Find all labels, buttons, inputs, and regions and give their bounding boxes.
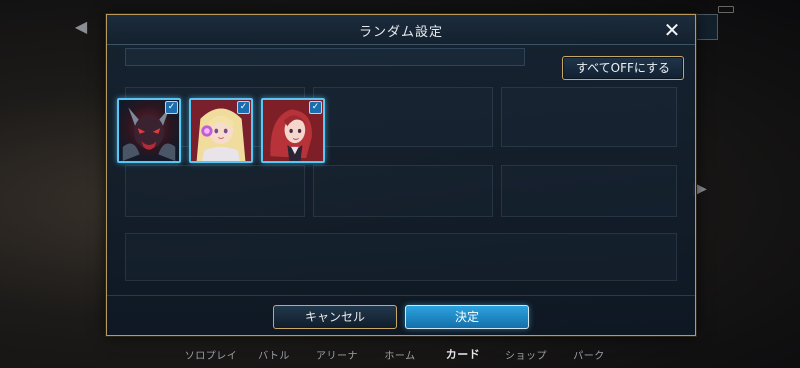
cancel-button[interactable]: キャンセル	[273, 305, 397, 329]
check-icon: ✓	[309, 101, 322, 114]
nav-item-solo: ソロプレイ	[184, 351, 238, 362]
nav-item-arena: アリーナ	[316, 351, 358, 362]
bottom-nav: ソロプレイ バトル アリーナ ホーム カード ショップ パーク	[180, 336, 620, 362]
check-icon: ✓	[237, 101, 250, 114]
background-slot	[313, 87, 493, 147]
back-button: ◀	[70, 16, 92, 38]
card-thumb-red-hair-woman[interactable]: ✓	[261, 98, 325, 163]
background-slot	[501, 87, 677, 147]
background-slot	[125, 233, 677, 281]
nav-item-home: ホーム	[384, 351, 416, 362]
dialog-header: ランダム設定 ✕	[107, 15, 695, 45]
nav-item-card: カード	[445, 348, 481, 361]
card-thumb-blonde-girl[interactable]: ✓	[189, 98, 253, 163]
dialog-title: ランダム設定	[358, 25, 443, 40]
battery-icon	[718, 6, 734, 13]
all-off-button[interactable]: すべてOFFにする	[562, 56, 684, 80]
background-slot	[125, 165, 305, 217]
nav-item-battle: バトル	[258, 351, 290, 362]
nav-item-shop: ショップ	[505, 351, 547, 362]
close-button[interactable]: ✕	[661, 19, 683, 41]
background-slot	[313, 165, 493, 217]
close-icon: ✕	[663, 18, 681, 42]
check-icon: ✓	[165, 101, 178, 114]
background-slot	[501, 165, 677, 217]
footer-divider	[107, 295, 695, 296]
confirm-button[interactable]: 決定	[405, 305, 529, 329]
nav-item-park: パーク	[573, 351, 605, 362]
card-thumb-demon[interactable]: ✓	[117, 98, 181, 163]
random-settings-dialog: ランダム設定 ✕ すべてOFFにする ✓ ✓ ✓ キャンセル 決定	[106, 14, 696, 336]
background-tabs	[125, 48, 525, 66]
chevron-left-icon: ◀	[74, 17, 88, 36]
